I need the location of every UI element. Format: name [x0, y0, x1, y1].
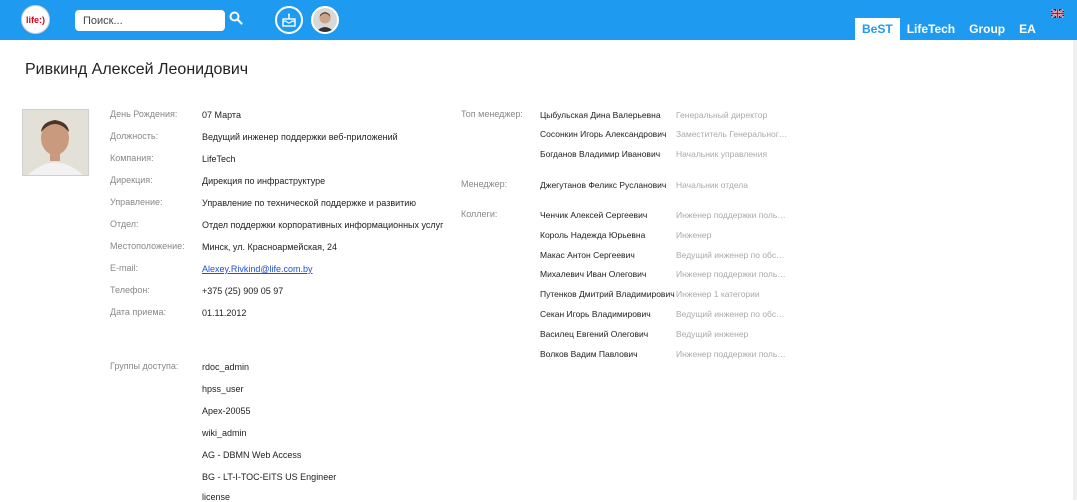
top-manager-position: Генеральный директор: [676, 110, 768, 120]
colleague-name[interactable]: Король Надежда Юрьевна: [540, 230, 645, 240]
field-value-hire-date: 01.11.2012: [202, 308, 247, 318]
avatar[interactable]: [311, 6, 339, 34]
group-item: AG - DBMN Web Access: [202, 450, 302, 460]
top-bar: life:) BeST LifeTech Group EA: [0, 0, 1077, 40]
field-value-location: Минск, ул. Красноармейская, 24: [202, 242, 337, 252]
colleague-name[interactable]: Василец Евгений Олегович: [540, 329, 648, 339]
field-label-birthday: День Рождения:: [110, 109, 178, 119]
top-manager-name[interactable]: Цыбульская Дина Валерьевна: [540, 110, 661, 120]
manager-name[interactable]: Джегутанов Феликс Русланович: [540, 180, 666, 190]
field-value-company: LifeTech: [202, 154, 236, 164]
group-item: wiki_admin: [202, 428, 247, 438]
colleague-position: Инженер 1 категории: [676, 289, 760, 299]
field-value-directorate: Дирекция по инфраструктуре: [202, 176, 326, 186]
colleague-name[interactable]: Макас Антон Сергеевич: [540, 250, 635, 260]
page-title: Ривкинд Алексей Леонидович: [25, 61, 249, 78]
tab-group[interactable]: Group: [962, 18, 1012, 40]
tab-ea[interactable]: EA: [1012, 18, 1043, 40]
field-label-department: Отдел:: [110, 219, 139, 229]
colleague-position: Инженер поддержки пользо...: [676, 269, 788, 279]
group-item: license: [202, 492, 231, 502]
page-scrollbar[interactable]: [1073, 40, 1077, 500]
top-manager-position: Начальник управления: [676, 149, 768, 159]
search-input[interactable]: [75, 10, 225, 31]
groups-label: Группы доступа:: [110, 361, 179, 371]
field-label-hire-date: Дата приема:: [110, 307, 167, 317]
field-label-location: Местоположение:: [110, 241, 185, 251]
life-logo[interactable]: life:): [22, 6, 49, 33]
top-manager-position: Заместитель Генерального...: [676, 129, 788, 139]
search-icon[interactable]: [229, 11, 245, 29]
field-label-email: E-mail:: [110, 263, 139, 273]
colleague-position: Ведущий инженер по обслу...: [676, 309, 788, 319]
group-item: BG - LT-I-TOC-EITS US Engineer: [202, 472, 337, 482]
group-item: hpss_user: [202, 384, 244, 394]
colleague-name[interactable]: Путенков Дмитрий Владимирович: [540, 289, 675, 299]
group-item: Apex-20055: [202, 406, 251, 416]
field-value-birthday: 07 Марта: [202, 110, 241, 120]
email-link[interactable]: Alexey.Rivkind@life.com.by: [202, 264, 313, 274]
colleague-name[interactable]: Ченчик Алексей Сергеевич: [540, 210, 647, 220]
top-manager-name[interactable]: Богданов Владимир Иванович: [540, 149, 660, 159]
colleague-name[interactable]: Волков Вадим Павлович: [540, 349, 638, 359]
colleague-name[interactable]: Михалевич Иван Олегович: [540, 269, 646, 279]
colleague-position: Инженер: [676, 230, 712, 240]
top-manager-name[interactable]: Сосонкин Игорь Александрович: [540, 129, 666, 139]
field-label-position: Должность:: [110, 131, 159, 141]
manager-label: Менеджер:: [461, 179, 508, 189]
field-label-directorate: Дирекция:: [110, 175, 153, 185]
top-manager-label: Топ менеджер:: [461, 109, 523, 119]
colleague-position: Инженер поддержки пользо...: [676, 349, 788, 359]
field-value-position: Ведущий инженер поддержки веб-приложений: [202, 132, 398, 142]
profile-photo: [22, 109, 89, 176]
tab-lifetech[interactable]: LifeTech: [900, 18, 962, 40]
uk-flag-icon[interactable]: [1050, 5, 1065, 19]
field-value-administration: Управление по технической поддержке и ра…: [202, 198, 417, 208]
tab-best[interactable]: BeST: [855, 18, 900, 40]
colleague-position: Ведущий инженер: [676, 329, 749, 339]
field-label-administration: Управление:: [110, 197, 163, 207]
field-value-phone: +375 (25) 909 05 97: [202, 286, 284, 296]
colleagues-label: Коллеги:: [461, 209, 498, 219]
colleague-name[interactable]: Секан Игорь Владимирович: [540, 309, 651, 319]
field-value-department: Отдел поддержки корпоративных информацио…: [202, 220, 444, 230]
colleague-position: Инженер поддержки пользо...: [676, 210, 788, 220]
field-label-company: Компания:: [110, 153, 154, 163]
field-label-phone: Телефон:: [110, 285, 150, 295]
manager-position: Начальник отдела: [676, 180, 748, 190]
colleague-position: Ведущий инженер по обслу...: [676, 250, 788, 260]
group-item: rdoc_admin: [202, 362, 250, 372]
tab-bar: BeST LifeTech Group EA: [855, 18, 1043, 40]
cake-icon[interactable]: [275, 6, 303, 34]
